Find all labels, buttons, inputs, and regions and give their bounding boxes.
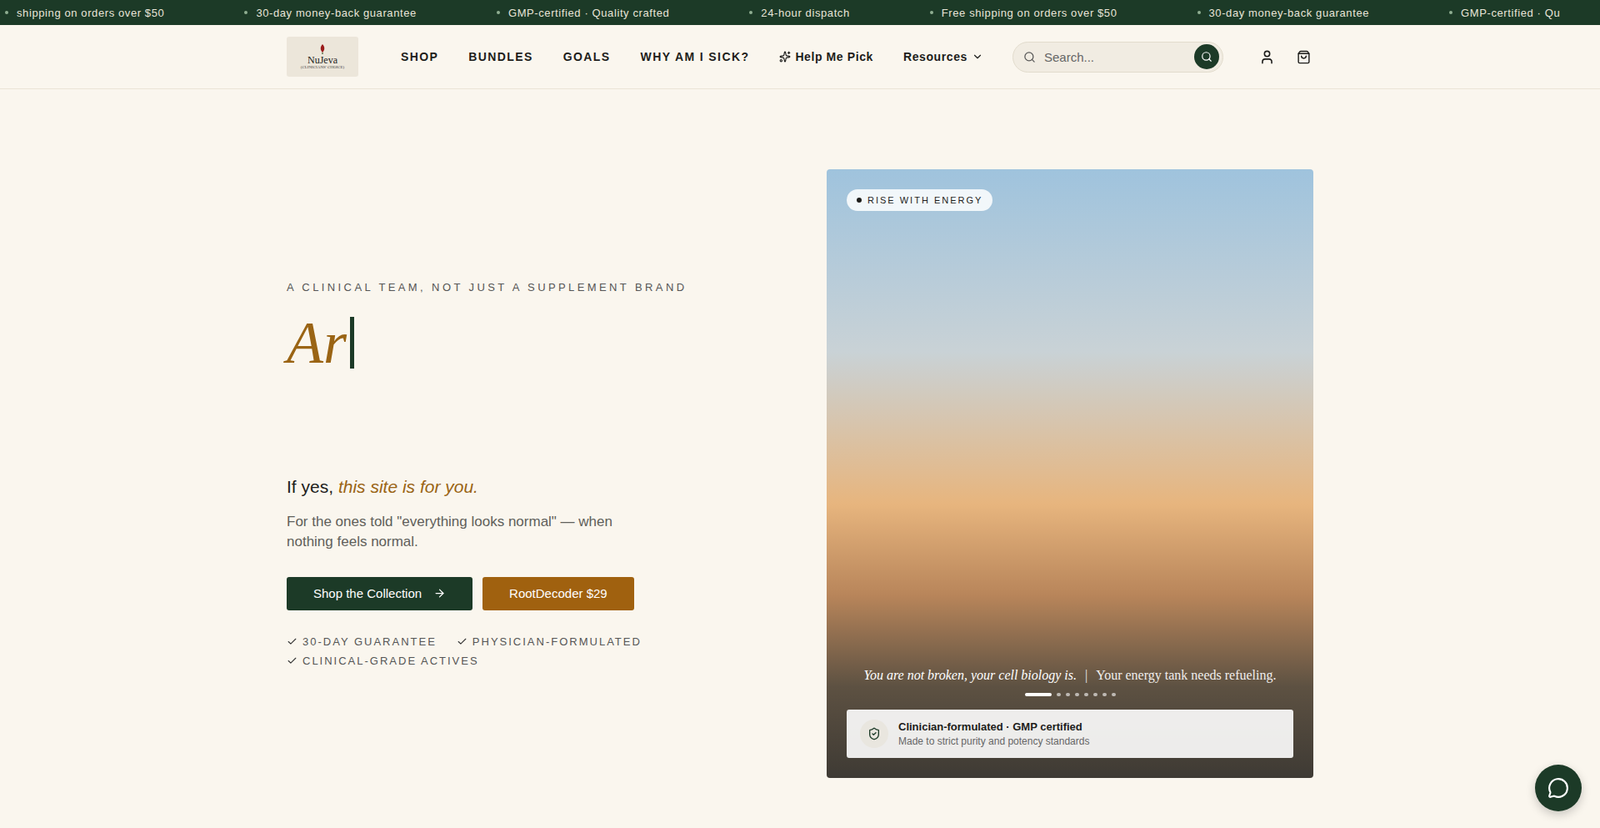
carousel-dot[interactable] xyxy=(1111,692,1116,696)
bullet-dot xyxy=(1197,10,1201,15)
caption-text: Your energy tank needs refueling. xyxy=(1095,667,1276,683)
carousel-dots xyxy=(1025,692,1116,696)
cart-button[interactable] xyxy=(1293,46,1314,67)
hero-buttons: Shop the Collection RootDecoder $29 xyxy=(286,576,827,610)
announcement-item: 30-day money-back guarantee xyxy=(244,6,417,20)
chat-button[interactable] xyxy=(1535,764,1582,811)
arrow-right-icon xyxy=(433,586,446,600)
announcement-item: shipping on orders over $50 xyxy=(5,6,165,20)
slide-footer: You are not broken, your cell biology is… xyxy=(846,667,1294,758)
nav-link[interactable]: Resources xyxy=(903,50,984,64)
sparkle-icon xyxy=(779,50,791,63)
caption-text: You are not broken, your cell biology is… xyxy=(864,667,1078,683)
announcement-bar: shipping on orders over $50 30-day money-… xyxy=(0,0,1600,25)
logo-tagline: (CLINICIANS' CHOICE) xyxy=(300,65,345,70)
typing-cursor xyxy=(350,316,355,369)
badge-dot xyxy=(856,197,862,203)
header: NuJeva(CLINICIANS' CHOICE) SHOP BUNDLES GOA… xyxy=(0,25,1600,90)
nav-link[interactable]: Help Me Pick xyxy=(779,50,874,64)
check-item: 30-DAY GUARANTEE xyxy=(286,635,437,648)
search-icon xyxy=(1023,50,1036,64)
carousel-dot[interactable] xyxy=(1056,692,1061,696)
account-button[interactable] xyxy=(1256,46,1277,67)
search-box xyxy=(1012,41,1224,73)
logo[interactable]: NuJeva(CLINICIANS' CHOICE) xyxy=(286,36,359,77)
headline-area: Ar xyxy=(286,310,827,477)
headline: Ar xyxy=(286,310,827,376)
rootdecoder-button[interactable]: RootDecoder $29 xyxy=(482,576,635,610)
nav-link[interactable]: SHOP xyxy=(400,50,439,64)
nav-link[interactable]: BUNDLES xyxy=(468,50,533,64)
carousel-dot[interactable] xyxy=(1075,692,1080,696)
announcement-item: Free shipping on orders over $50 xyxy=(930,6,1118,20)
check-icon xyxy=(286,635,298,647)
user-icon xyxy=(1259,49,1275,65)
trust-card: Clinician-formulated · GMP certified Made… xyxy=(846,709,1294,758)
slide-badge: RISE WITH ENERGY xyxy=(846,189,993,211)
chevron-down-icon xyxy=(971,50,984,63)
question: If yes, this site is for you. xyxy=(286,476,827,497)
announcement-item: GMP-certified · Quality crafted xyxy=(496,6,670,20)
trust-subtitle: Made to strict purity and potency standa… xyxy=(898,735,1090,747)
hero-content: A CLINICAL TEAM, NOT JUST A SUPPLEMENT B… xyxy=(286,280,827,667)
announcement-item: 24-hour dispatch xyxy=(749,6,850,20)
announcement-item: GMP-certified · Qu xyxy=(1449,6,1560,20)
nav-link[interactable]: WHY AM I SICK? xyxy=(640,50,750,64)
announcement-item: 30-day money-back guarantee xyxy=(1197,6,1370,20)
check-icon xyxy=(456,635,468,647)
chat-icon xyxy=(1547,776,1570,799)
carousel-dot[interactable] xyxy=(1102,692,1107,696)
logo-name: NuJeva xyxy=(307,55,338,65)
bullet-dot xyxy=(930,10,934,15)
shop-button[interactable]: Shop the Collection xyxy=(286,576,473,610)
carousel-dot[interactable] xyxy=(1093,692,1098,696)
search-input[interactable] xyxy=(1042,49,1188,65)
description: For the ones told "everything looks norm… xyxy=(286,511,645,552)
slide-caption: You are not broken, your cell biology is… xyxy=(864,667,1277,683)
check-list: 30-DAY GUARANTEE PHYSICIAN-FORMULATED CLIN… xyxy=(286,635,654,667)
bullet-dot xyxy=(496,10,500,15)
bag-icon xyxy=(1296,50,1311,65)
carousel-dot[interactable] xyxy=(1084,692,1089,696)
shield-check-icon xyxy=(860,719,889,748)
caption-text: | xyxy=(1085,667,1088,683)
bullet-dot xyxy=(5,10,9,15)
check-item: CLINICAL-GRADE ACTIVES xyxy=(286,654,480,667)
bullet-dot xyxy=(749,10,753,15)
carousel-dot[interactable] xyxy=(1065,692,1070,696)
eyebrow: A CLINICAL TEAM, NOT JUST A SUPPLEMENT B… xyxy=(286,280,827,294)
bullet-dot xyxy=(244,10,248,15)
trust-title: Clinician-formulated · GMP certified xyxy=(898,720,1090,733)
check-icon xyxy=(286,655,298,666)
search-icon xyxy=(1200,50,1213,63)
carousel-dot[interactable] xyxy=(1025,692,1052,696)
hero: A CLINICAL TEAM, NOT JUST A SUPPLEMENT B… xyxy=(0,89,1600,778)
page: shipping on orders over $50 30-day money-… xyxy=(0,0,1600,828)
check-item: PHYSICIAN-FORMULATED xyxy=(456,635,642,648)
search-button[interactable] xyxy=(1194,44,1220,70)
nav-links: SHOP BUNDLES GOALS WHY AM I SICK? Help Me Pi… xyxy=(400,50,1013,64)
nav-link[interactable]: GOALS xyxy=(563,50,611,64)
bullet-dot xyxy=(1449,10,1453,15)
leaf-icon xyxy=(316,43,329,55)
hero-slide: RISE WITH ENERGY You are not broken, your… xyxy=(826,169,1314,778)
